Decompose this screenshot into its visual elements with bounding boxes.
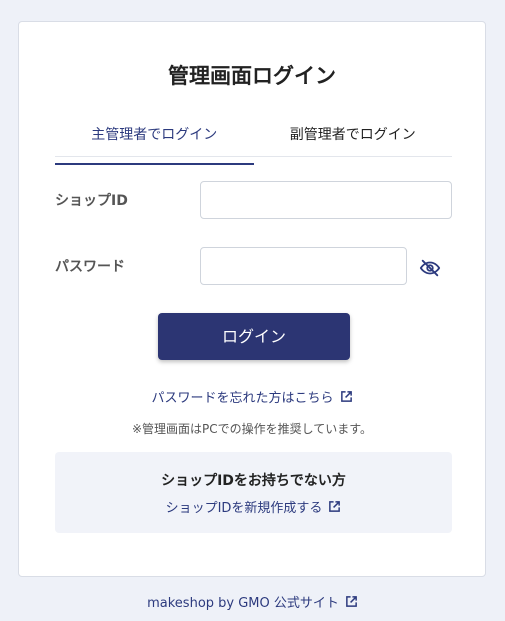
shop-id-input[interactable]: [200, 181, 452, 219]
page-title: 管理画面ログイン: [168, 64, 336, 88]
external-link-icon: [345, 595, 358, 612]
no-shop-id-title: ショップIDをお持ちでない方: [161, 473, 346, 489]
login-tabs: 主管理者でログイン 副管理者でログイン: [55, 124, 453, 165]
official-site-link[interactable]: makeshop by GMO 公式サイト: [0, 592, 505, 612]
create-shop-id-label: ショップIDを新規作成する: [165, 501, 323, 516]
forgot-password-link[interactable]: パスワードを忘れた方はこちら: [19, 387, 485, 407]
no-shop-id-box: ショップIDをお持ちでない方 ショップIDを新規作成する: [55, 452, 452, 533]
login-card: 管理画面ログイン 主管理者でログイン 副管理者でログイン ショップID パスワー…: [18, 21, 486, 577]
recommendation-note: ※管理画面はPCでの操作を推奨しています。: [131, 422, 373, 436]
eye-slash-icon[interactable]: [419, 257, 441, 279]
tab-sub-admin[interactable]: 副管理者でログイン: [254, 124, 453, 156]
shop-id-label: ショップID: [55, 193, 128, 209]
create-shop-id-link[interactable]: ショップIDを新規作成する: [55, 497, 452, 517]
forgot-password-label: パスワードを忘れた方はこちら: [151, 391, 334, 406]
login-button[interactable]: ログイン: [158, 313, 350, 360]
external-link-icon: [328, 500, 341, 517]
external-link-icon: [340, 390, 353, 407]
password-input[interactable]: [200, 247, 407, 285]
official-site-label: makeshop by GMO 公式サイト: [147, 596, 339, 611]
tab-primary-admin[interactable]: 主管理者でログイン: [55, 124, 254, 165]
password-label: パスワード: [55, 259, 125, 275]
